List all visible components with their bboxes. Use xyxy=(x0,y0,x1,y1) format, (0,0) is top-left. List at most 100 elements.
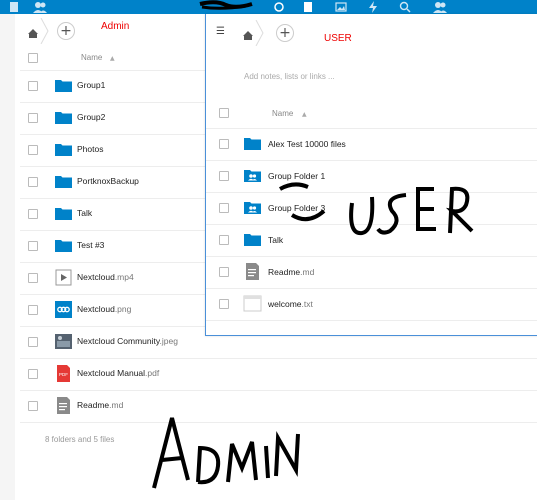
file-name[interactable]: Nextcloud Community.jpeg xyxy=(77,336,178,346)
app-icon-left[interactable] xyxy=(9,1,19,13)
select-all-checkbox[interactable] xyxy=(219,108,229,118)
row-checkbox[interactable] xyxy=(219,139,229,149)
file-basename: Readme xyxy=(77,400,110,410)
txt-icon xyxy=(243,294,262,313)
black-scribble xyxy=(199,0,253,10)
folder-icon xyxy=(54,108,73,127)
row-checkbox[interactable] xyxy=(219,203,229,213)
file-basename: Photos xyxy=(77,144,104,154)
user-file-row[interactable]: welcome.txt xyxy=(206,288,537,320)
row-checkbox[interactable] xyxy=(28,305,38,315)
file-name[interactable]: PortknoxBackup xyxy=(77,176,139,186)
file-basename: Nextcloud Manual xyxy=(77,368,146,378)
video-icon xyxy=(54,268,73,287)
select-all-checkbox[interactable] xyxy=(28,53,38,63)
md-icon xyxy=(243,262,262,281)
file-name[interactable]: Group1 xyxy=(77,80,105,90)
contacts-icon[interactable] xyxy=(432,1,448,13)
file-basename: Group2 xyxy=(77,112,106,122)
file-name[interactable]: Photos xyxy=(77,144,103,154)
file-name[interactable]: welcome.txt xyxy=(268,299,313,309)
file-basename: Nextcloud xyxy=(77,272,115,282)
file-basename: Readme xyxy=(268,267,301,277)
file-name[interactable]: Nextcloud.png xyxy=(77,304,131,314)
jpeg-icon xyxy=(54,332,73,351)
sort-caret-icon: ▲ xyxy=(110,55,115,62)
file-name[interactable]: Talk xyxy=(77,208,92,218)
file-extension: .pdf xyxy=(145,368,160,378)
name-column-header[interactable]: Name xyxy=(81,53,102,62)
file-basename: Talk xyxy=(77,208,93,218)
row-checkbox[interactable] xyxy=(28,401,38,411)
row-checkbox[interactable] xyxy=(28,177,38,187)
md-icon xyxy=(54,396,73,415)
file-extension: .md xyxy=(300,267,315,277)
menu-icon[interactable]: ☰ xyxy=(216,26,225,37)
user-file-row[interactable]: Alex Test 10000 files xyxy=(206,128,537,160)
contacts-icon-left[interactable] xyxy=(32,1,48,13)
admin-annotation-label: Admin xyxy=(101,21,130,32)
row-checkbox[interactable] xyxy=(28,113,38,123)
png-icon xyxy=(54,300,73,319)
user-handwriting xyxy=(279,182,474,236)
file-extension: .md xyxy=(109,400,124,410)
row-checkbox[interactable] xyxy=(28,81,38,91)
folder-icon xyxy=(54,204,73,223)
row-checkbox[interactable] xyxy=(219,235,229,245)
file-basename: Group1 xyxy=(77,80,106,90)
file-icon[interactable] xyxy=(302,1,314,13)
file-name[interactable]: Nextcloud.mp4 xyxy=(77,272,134,282)
activity-icon[interactable] xyxy=(367,1,379,13)
file-basename: Nextcloud xyxy=(77,304,115,314)
row-checkbox[interactable] xyxy=(219,267,229,277)
top-app-bar xyxy=(0,0,537,14)
file-basename: Nextcloud Community xyxy=(77,336,160,346)
row-checkbox[interactable] xyxy=(28,273,38,283)
file-summary: 8 folders and 5 files xyxy=(45,435,115,444)
group-folder-icon xyxy=(243,198,262,217)
sort-caret-icon: ▲ xyxy=(302,111,307,118)
svg-text:PDF: PDF xyxy=(59,372,68,377)
home-icon[interactable] xyxy=(27,24,39,43)
chevron-right-icon xyxy=(255,20,264,46)
image-icon[interactable] xyxy=(335,1,347,13)
folder-icon xyxy=(243,230,262,249)
file-name[interactable]: Readme.md xyxy=(77,400,123,410)
row-checkbox[interactable] xyxy=(219,171,229,181)
search-icon[interactable] xyxy=(399,1,411,13)
file-name[interactable]: Readme.md xyxy=(268,267,314,277)
folder-icon xyxy=(243,134,262,153)
group-folder-icon xyxy=(243,166,262,185)
row-checkbox[interactable] xyxy=(28,145,38,155)
file-basename: PortknoxBackup xyxy=(77,176,139,186)
row-checkbox[interactable] xyxy=(28,209,38,219)
row-checkbox[interactable] xyxy=(28,337,38,347)
file-name[interactable]: Group2 xyxy=(77,112,105,122)
file-basename: Test #3 xyxy=(77,240,105,250)
folder-icon xyxy=(54,76,73,95)
add-button[interactable]: + xyxy=(276,24,294,42)
file-basename: Alex Test 10000 files xyxy=(268,139,346,149)
user-annotation-label: USER xyxy=(324,33,352,44)
add-button[interactable]: + xyxy=(57,22,75,40)
circle-icon[interactable] xyxy=(273,1,285,13)
file-extension: .jpeg xyxy=(159,336,178,346)
row-checkbox[interactable] xyxy=(28,369,38,379)
file-name[interactable]: Alex Test 10000 files xyxy=(268,139,346,149)
chevron-right-icon xyxy=(40,18,49,44)
name-column-header[interactable]: Name xyxy=(272,109,293,118)
notes-placeholder[interactable]: Add notes, lists or links ... xyxy=(244,72,335,81)
admin-sidebar-edge xyxy=(0,14,15,500)
divider xyxy=(206,320,537,321)
file-name[interactable]: Test #3 xyxy=(77,240,104,250)
row-checkbox[interactable] xyxy=(28,241,38,251)
pdf-icon: PDF xyxy=(54,364,73,383)
user-file-row[interactable]: Readme.md xyxy=(206,256,537,288)
folder-icon xyxy=(54,140,73,159)
folder-icon xyxy=(54,172,73,191)
file-name[interactable]: Nextcloud Manual.pdf xyxy=(77,368,159,378)
admin-handwriting xyxy=(152,417,300,489)
row-checkbox[interactable] xyxy=(219,299,229,309)
admin-file-row[interactable]: PDF Nextcloud Manual.pdf xyxy=(20,358,537,390)
home-icon[interactable] xyxy=(242,26,254,45)
